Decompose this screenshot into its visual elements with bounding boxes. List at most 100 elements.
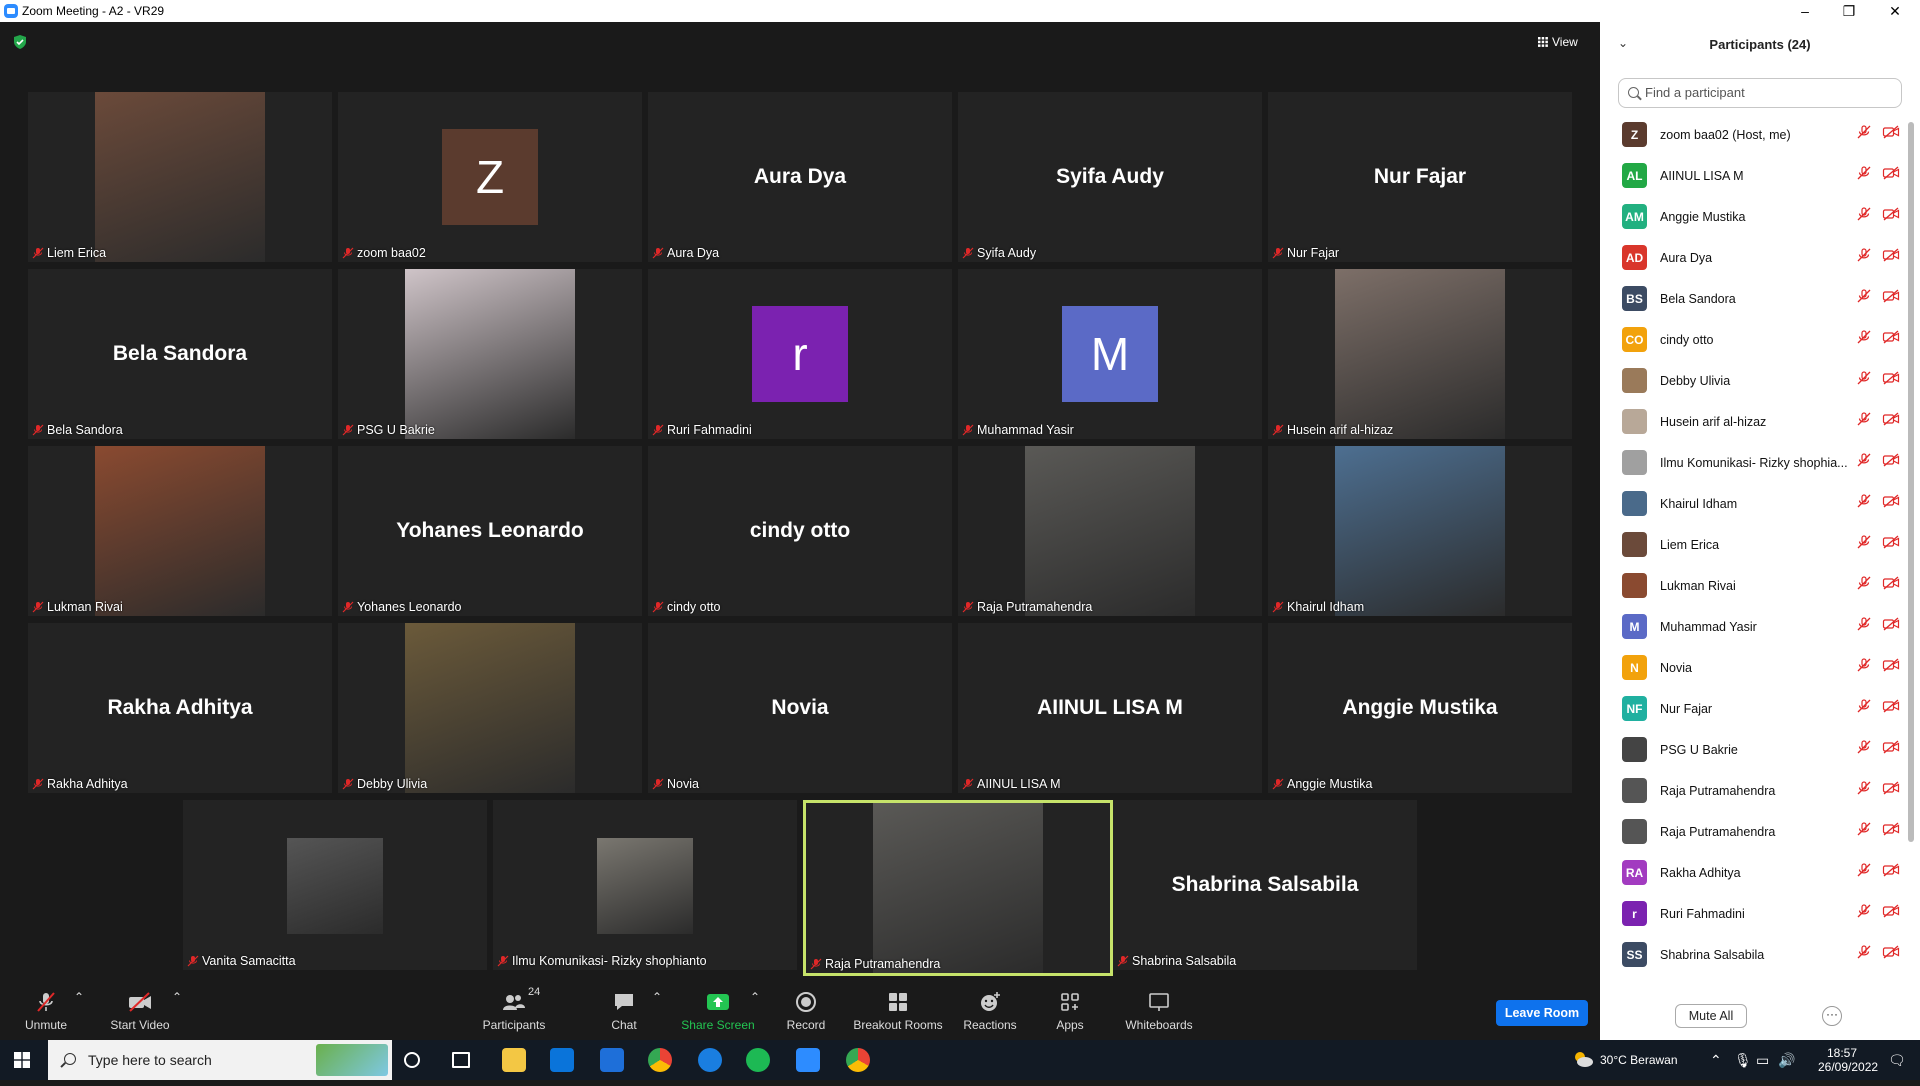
zoom-taskbar-icon[interactable]	[796, 1048, 820, 1072]
chat-button[interactable]: Chat	[602, 990, 646, 1032]
network-icon[interactable]: ▭	[1756, 1040, 1769, 1080]
taskbar-search-placeholder: Type here to search	[88, 1052, 212, 1068]
participant-row[interactable]: M Muhammad Yasir	[1600, 606, 1920, 647]
restore-icon[interactable]: ❐	[1834, 2, 1864, 20]
video-tile[interactable]: Liem Erica	[28, 92, 332, 262]
mute-all-button[interactable]: Mute All	[1675, 1004, 1747, 1028]
clock[interactable]: 18:57 26/09/2022	[1818, 1046, 1878, 1086]
whiteboards-button[interactable]: Whiteboards	[1122, 990, 1196, 1032]
video-tile[interactable]: Shabrina Salsabila Shabrina Salsabila	[1113, 800, 1417, 970]
participant-row[interactable]: BS Bela Sandora	[1600, 278, 1920, 319]
participant-list-scrollbar[interactable]	[1908, 122, 1914, 842]
participant-row[interactable]: AM Anggie Mustika	[1600, 196, 1920, 237]
microsoft-store-icon[interactable]	[550, 1048, 574, 1072]
video-tile[interactable]: Lukman Rivai	[28, 446, 332, 616]
find-participant-input[interactable]: Find a participant	[1618, 78, 1902, 108]
participant-row[interactable]: AD Aura Dya	[1600, 237, 1920, 278]
participant-row[interactable]: Liem Erica	[1600, 524, 1920, 565]
tile-name-text: Raja Putramahendra	[825, 957, 941, 971]
tray-chevron-icon[interactable]: ⌃	[1710, 1040, 1722, 1080]
video-tile[interactable]: PSG U Bakrie	[338, 269, 642, 439]
participant-avatar	[1622, 737, 1647, 762]
video-tile[interactable]: Raja Putramahendra	[803, 800, 1113, 976]
participant-row[interactable]: r Ruri Fahmadini	[1600, 893, 1920, 934]
weather-text[interactable]: 30°C Berawan	[1600, 1040, 1678, 1080]
audio-options-chevron-icon[interactable]: ⌃	[74, 990, 84, 1004]
video-tile[interactable]: cindy otto cindy otto	[648, 446, 952, 616]
video-tile[interactable]: Yohanes Leonardo Yohanes Leonardo	[338, 446, 642, 616]
minimize-icon[interactable]: –	[1790, 2, 1820, 20]
video-off-icon	[1882, 657, 1900, 678]
video-tile[interactable]: Husein arif al-hizaz	[1268, 269, 1572, 439]
participant-row[interactable]: AL AIINUL LISA M	[1600, 155, 1920, 196]
participant-row[interactable]: NF Nur Fajar	[1600, 688, 1920, 729]
video-tile[interactable]: r Ruri Fahmadini	[648, 269, 952, 439]
notifications-icon[interactable]: 🗨	[1888, 1040, 1906, 1080]
participant-row[interactable]: Zzoom baa02 (Host, me)	[1600, 114, 1920, 155]
participant-status-icons	[1856, 288, 1900, 309]
share-screen-button[interactable]: Share Screen	[680, 990, 756, 1032]
chrome-profile-icon[interactable]	[846, 1048, 870, 1072]
video-tile[interactable]: Bela Sandora Bela Sandora	[28, 269, 332, 439]
participant-row[interactable]: Khairul Idham	[1600, 483, 1920, 524]
participant-row[interactable]: Raja Putramahendra	[1600, 770, 1920, 811]
video-tile[interactable]: M Muhammad Yasir	[958, 269, 1262, 439]
video-off-icon	[1882, 165, 1900, 186]
apps-button[interactable]: Apps	[1050, 990, 1090, 1032]
video-options-chevron-icon[interactable]: ⌃	[172, 990, 182, 1004]
chrome-icon[interactable]	[648, 1048, 672, 1072]
participant-row[interactable]: Raja Putramahendra	[1600, 811, 1920, 852]
participant-avatar: NF	[1622, 696, 1647, 721]
video-tile[interactable]: Rakha Adhitya Rakha Adhitya	[28, 623, 332, 793]
video-tile[interactable]: Vanita Samacitta	[183, 800, 487, 970]
participant-row[interactable]: Husein arif al-hizaz	[1600, 401, 1920, 442]
participant-row[interactable]: Debby Ulivia	[1600, 360, 1920, 401]
spotify-icon[interactable]	[746, 1048, 770, 1072]
video-tile[interactable]: Raja Putramahendra	[958, 446, 1262, 616]
video-tile[interactable]: Khairul Idham	[1268, 446, 1572, 616]
participant-row[interactable]: N Novia	[1600, 647, 1920, 688]
cortana-icon[interactable]	[404, 1052, 420, 1068]
leave-room-button[interactable]: Leave Room	[1496, 1000, 1588, 1026]
chat-icon	[615, 994, 633, 1010]
participant-row[interactable]: CO cindy otto	[1600, 319, 1920, 360]
window-title: Zoom Meeting - A2 - VR29	[22, 4, 165, 18]
video-tile[interactable]: Debby Ulivia	[338, 623, 642, 793]
tile-name-text: Rakha Adhitya	[47, 777, 128, 791]
task-view-icon[interactable]	[452, 1052, 470, 1068]
video-tile[interactable]: Aura Dya Aura Dya	[648, 92, 952, 262]
video-tile[interactable]: AIINUL LISA M AIINUL LISA M	[958, 623, 1262, 793]
close-icon[interactable]: ✕	[1880, 2, 1910, 20]
view-button[interactable]: View	[1538, 32, 1578, 52]
chat-options-chevron-icon[interactable]: ⌃	[652, 990, 662, 1004]
share-options-chevron-icon[interactable]: ⌃	[750, 990, 760, 1004]
video-tile[interactable]: Anggie Mustika Anggie Mustika	[1268, 623, 1572, 793]
windows-start-icon[interactable]	[14, 1052, 30, 1068]
more-options-button[interactable]: ···	[1822, 1006, 1842, 1026]
microphone-tray-icon[interactable]: 🎙	[1734, 1040, 1752, 1080]
record-button[interactable]: Record	[784, 990, 828, 1032]
start-video-button[interactable]: Start Video	[108, 990, 172, 1032]
video-tile[interactable]: Novia Novia	[648, 623, 952, 793]
video-tile[interactable]: Ilmu Komunikasi- Rizky shophianto	[493, 800, 797, 970]
participant-avatar	[1622, 491, 1647, 516]
teamviewer-icon[interactable]	[698, 1048, 722, 1072]
file-explorer-icon[interactable]	[502, 1048, 526, 1072]
taskbar-search-input[interactable]: Type here to search	[48, 1040, 392, 1080]
volume-icon[interactable]: 🔊	[1778, 1040, 1795, 1080]
participant-row[interactable]: Ilmu Komunikasi- Rizky shophia...	[1600, 442, 1920, 483]
participant-row[interactable]: RA Rakha Adhitya	[1600, 852, 1920, 893]
video-tile[interactable]: Nur Fajar Nur Fajar	[1268, 92, 1572, 262]
breakout-rooms-button[interactable]: Breakout Rooms	[852, 990, 944, 1032]
participant-display-name: AIINUL LISA M	[1037, 696, 1183, 719]
participant-row[interactable]: Lukman Rivai	[1600, 565, 1920, 606]
tile-name-label: Muhammad Yasir	[962, 423, 1074, 437]
video-tile[interactable]: Zzoom baa02	[338, 92, 642, 262]
mail-icon[interactable]	[600, 1048, 624, 1072]
participant-row[interactable]: SS Shabrina Salsabila	[1600, 934, 1920, 975]
participant-row[interactable]: PSG U Bakrie	[1600, 729, 1920, 770]
video-tile[interactable]: Syifa Audy Syifa Audy	[958, 92, 1262, 262]
unmute-button[interactable]: Unmute	[22, 990, 70, 1032]
reactions-button[interactable]: Reactions	[962, 990, 1018, 1032]
participant-status-icons	[1856, 534, 1900, 555]
